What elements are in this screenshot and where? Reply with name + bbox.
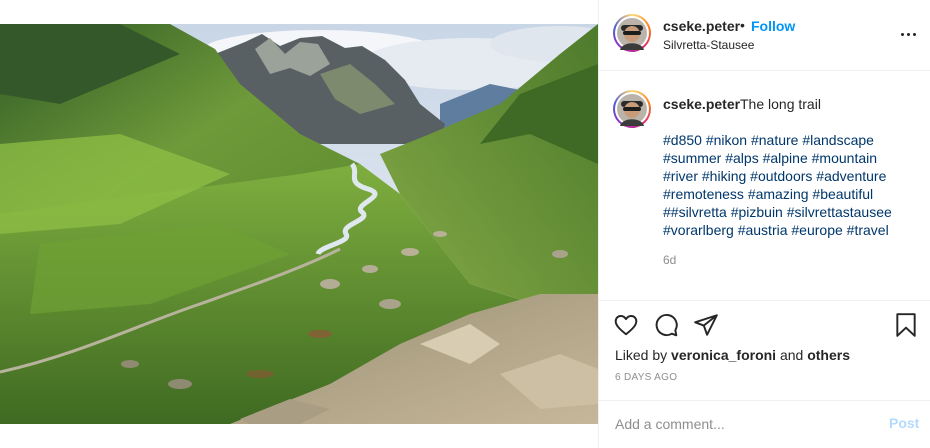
post-photo[interactable]	[0, 24, 598, 424]
more-horizontal-icon[interactable]	[899, 25, 917, 43]
heart-icon[interactable]	[613, 312, 639, 338]
follow-button[interactable]: Follow	[751, 18, 795, 34]
caption-time-ago[interactable]: 6d	[663, 253, 676, 267]
hashtag-line[interactable]: #d850 #nikon #nature #landscape	[663, 131, 925, 149]
hashtag-line[interactable]: #river #hiking #outdoors #adventure	[663, 167, 925, 185]
caption-text: The long trail	[740, 96, 821, 112]
liked-by-line: Liked by veronica_foroni and others	[615, 347, 850, 363]
caption-username[interactable]: cseke.peter	[663, 96, 740, 112]
comment-bar: Post	[599, 400, 930, 448]
comment-input[interactable]	[615, 413, 865, 435]
avatar[interactable]	[613, 14, 651, 52]
hashtag-line[interactable]: #remoteness #amazing #beautiful	[663, 185, 925, 203]
header-username[interactable]: cseke.peter	[663, 18, 740, 34]
bookmark-icon[interactable]	[893, 312, 919, 338]
location-link[interactable]: Silvretta-Stausee	[663, 38, 754, 52]
post-header: cseke.peter • Follow Silvretta-Stausee	[599, 0, 930, 71]
caption-avatar[interactable]	[613, 90, 651, 128]
hashtag-block: #d850 #nikon #nature #landscape #summer …	[663, 131, 925, 239]
separator-dot: •	[740, 17, 745, 33]
share-icon[interactable]	[693, 312, 719, 338]
post-comment-button[interactable]: Post	[889, 415, 919, 431]
post-date[interactable]: 6 DAYS AGO	[615, 372, 677, 383]
hashtag-line[interactable]: ##silvretta #pizbuin #silvrettastausee	[663, 203, 925, 221]
photo-area	[0, 0, 598, 448]
hashtag-line[interactable]: #vorarlberg #austria #europe #travel	[663, 221, 925, 239]
liked-others-link[interactable]: others	[807, 347, 850, 363]
post-details-panel: cseke.peter • Follow Silvretta-Stausee c…	[598, 0, 930, 448]
post-container: cseke.peter • Follow Silvretta-Stausee c…	[0, 0, 930, 448]
hashtag-line[interactable]: #summer #alps #alpine #mountain	[663, 149, 925, 167]
liked-and: and	[779, 347, 804, 363]
liked-user-link[interactable]: veronica_foroni	[671, 347, 776, 363]
liked-prefix: Liked by	[615, 347, 668, 363]
comment-icon[interactable]	[653, 312, 679, 338]
action-bar: Liked by veronica_foroni and others 6 DA…	[599, 300, 930, 400]
